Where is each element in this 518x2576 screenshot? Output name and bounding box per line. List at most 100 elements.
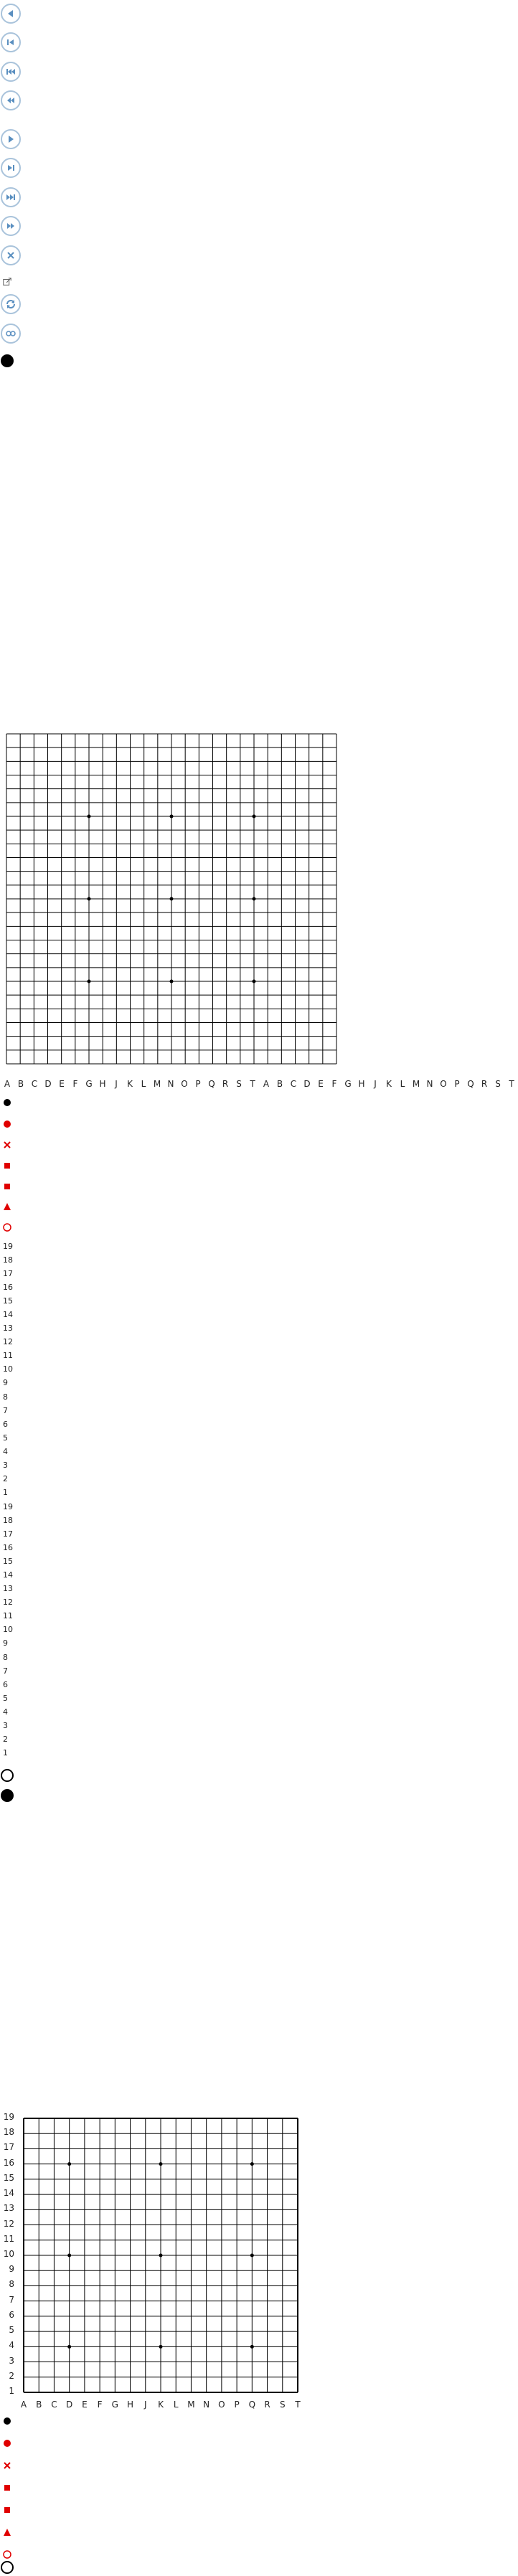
column-label: L <box>141 1079 146 1089</box>
column-label: J <box>374 1079 377 1089</box>
go-board-grid[interactable] <box>23 2118 298 2393</box>
row-label: 9 <box>3 1378 8 1388</box>
column-label: T <box>509 1079 514 1089</box>
black-stone-marker-icon <box>4 1099 11 1106</box>
row-label: 11 <box>3 2233 14 2244</box>
column-label: E <box>82 2400 88 2410</box>
board-row-labels: 19 18 17 16 15 14 13 12 11 10 9 8 7 6 5 4 3 2 1 <box>0 2110 16 2397</box>
skip-back-fast-icon <box>6 69 15 75</box>
red-dot-marker-icon <box>4 1120 11 1128</box>
column-label: O <box>181 1079 188 1089</box>
column-label: J <box>115 1079 118 1089</box>
column-label: Q <box>208 1079 215 1089</box>
red-cross-marker-icon <box>4 2462 11 2469</box>
board-column-labels: ABCDEFGHJ KLMNOPQRST <box>0 2400 518 2410</box>
close-button[interactable] <box>1 245 21 265</box>
fast-forward-button[interactable] <box>1 216 21 236</box>
row-label: 14 <box>3 2188 14 2199</box>
column-label: B <box>17 1079 24 1089</box>
star-point <box>169 979 174 983</box>
column-label: K <box>158 2400 164 2410</box>
back-button[interactable] <box>1 4 21 24</box>
row-label: 18 <box>3 1516 13 1526</box>
column-label: F <box>72 1079 78 1089</box>
row-label: 12 <box>3 1337 13 1347</box>
column-label: G <box>85 1079 93 1089</box>
column-label: O <box>440 1079 447 1089</box>
external-link-button[interactable] <box>2 277 12 287</box>
red-triangle-marker-icon <box>4 1203 11 1210</box>
column-label: R <box>264 2400 270 2410</box>
row-label: 8 <box>3 1652 8 1662</box>
column-label: Q <box>467 1079 474 1089</box>
star-point <box>169 814 174 818</box>
row-label: 7 <box>9 2294 14 2305</box>
column-label: T <box>295 2400 301 2410</box>
column-label: E <box>318 1079 324 1089</box>
column-label: A <box>263 1079 270 1089</box>
column-label: H <box>358 1079 365 1089</box>
red-circle-marker-icon <box>3 1223 11 1232</box>
row-label: 13 <box>3 1584 13 1594</box>
column-label: R <box>222 1079 229 1089</box>
previous-branch-button[interactable] <box>1 62 21 82</box>
play-button[interactable] <box>1 129 21 149</box>
row-label: 12 <box>3 2218 14 2229</box>
row-label: 8 <box>3 1392 8 1402</box>
red-square-marker-icon <box>4 2507 10 2513</box>
column-label: S <box>495 1079 501 1089</box>
row-label: 15 <box>3 1296 13 1306</box>
star-point <box>67 2344 72 2349</box>
column-label: C <box>31 1079 38 1089</box>
row-label: 19 <box>3 1242 13 1251</box>
last-move-button[interactable] <box>1 158 21 178</box>
first-move-button[interactable] <box>1 32 21 52</box>
column-label: N <box>203 2400 210 2410</box>
column-label: Q <box>248 2400 256 2410</box>
double-right-icon <box>7 223 14 229</box>
row-label: 1 <box>3 1747 8 1758</box>
red-cross-marker-icon <box>4 1141 11 1148</box>
skip-end-icon <box>8 165 14 171</box>
row-label: 10 <box>3 2249 14 2259</box>
column-label: B <box>36 2400 42 2410</box>
column-label: D <box>66 2400 73 2410</box>
current-player-black-stone <box>1 354 14 367</box>
star-point <box>87 814 91 818</box>
row-label: 18 <box>3 1255 13 1265</box>
double-left-icon <box>7 98 14 103</box>
coordinates-button[interactable] <box>1 324 21 344</box>
column-label: L <box>400 1079 405 1089</box>
column-label: N <box>426 1079 433 1089</box>
row-label: 13 <box>3 1324 13 1334</box>
rotate-button[interactable] <box>1 294 21 314</box>
rewind-button[interactable] <box>1 90 21 110</box>
row-label: 3 <box>3 1460 8 1470</box>
row-label: 2 <box>3 1734 8 1744</box>
row-label: 5 <box>3 1433 8 1443</box>
row-label: 17 <box>3 1269 13 1279</box>
column-label: S <box>236 1079 242 1089</box>
star-point <box>252 979 256 983</box>
row-label: 13 <box>3 2203 14 2214</box>
column-label: E <box>59 1079 65 1089</box>
column-label: F <box>331 1079 337 1089</box>
go-board-grid[interactable] <box>6 733 337 1065</box>
triangle-right-icon <box>9 136 14 143</box>
column-label: H <box>127 2400 134 2410</box>
row-label: 11 <box>3 1611 13 1621</box>
star-point <box>159 2253 163 2257</box>
board-column-labels: ABCDEFGHJKLMNOPQRSTABCDEFGHJKLMNOPQRST <box>0 1079 518 1089</box>
row-label: 6 <box>3 1679 8 1689</box>
row-label: 6 <box>9 2309 14 2320</box>
row-label: 17 <box>3 1529 13 1539</box>
star-point <box>87 897 91 901</box>
column-label: T <box>250 1079 255 1089</box>
row-label: 3 <box>9 2355 14 2366</box>
column-label: C <box>290 1079 297 1089</box>
cross-icon <box>7 252 14 259</box>
row-label: 18 <box>3 2127 14 2138</box>
star-point <box>159 2162 163 2166</box>
next-branch-button[interactable] <box>1 187 21 207</box>
row-label: 17 <box>3 2142 14 2153</box>
